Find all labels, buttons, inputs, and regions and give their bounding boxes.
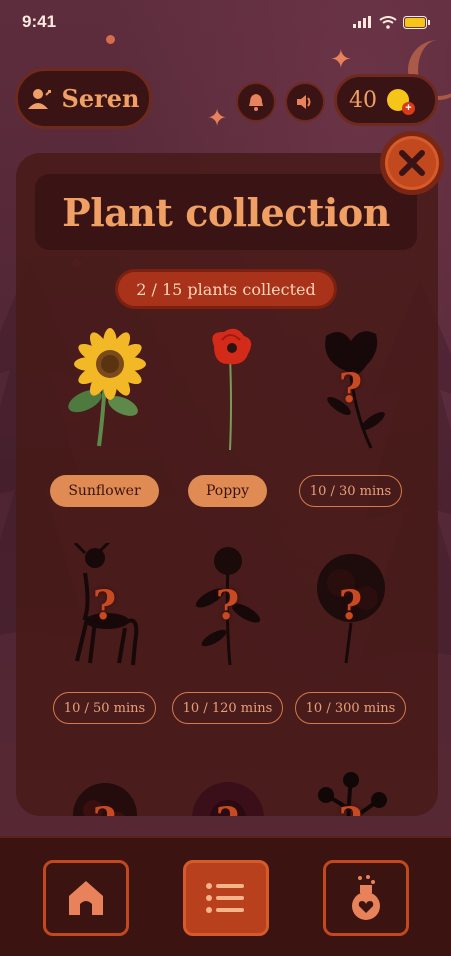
locked-bouquet-icon: ?: [296, 540, 406, 670]
plant-progress-label: 10 / 120 mins: [171, 692, 284, 724]
close-icon: [399, 150, 425, 176]
sparkle-icon: ✦: [207, 104, 228, 132]
status-time: 9:41: [22, 12, 57, 31]
sound-button[interactable]: [285, 82, 325, 122]
plant-card-sunflower[interactable]: Sunflower: [43, 323, 166, 518]
locked-bloom-icon: ?: [173, 757, 283, 816]
plant-grid: Sunflower Poppy ? 10 / 30 mins ? 10 / 50…: [43, 323, 413, 816]
notifications-button[interactable]: [236, 82, 276, 122]
list-icon: [206, 883, 244, 913]
plant-progress-label: 10 / 30 mins: [298, 475, 403, 507]
username: Seren: [61, 84, 140, 113]
poppy-icon: [173, 323, 283, 453]
question-mark-icon: ?: [92, 581, 117, 629]
coin-balance[interactable]: 40 +: [334, 74, 438, 126]
plant-card-locked[interactable]: ? 10 / 120 mins: [166, 540, 289, 735]
plant-card-locked[interactable]: ?: [289, 757, 412, 816]
plant-progress-label: 10 / 50 mins: [52, 692, 157, 724]
speaker-icon: [297, 95, 311, 109]
question-mark-icon: ?: [215, 581, 240, 629]
potion-icon: [352, 875, 380, 920]
question-mark-icon: ?: [216, 799, 239, 817]
close-button[interactable]: [380, 131, 444, 195]
add-coins-icon[interactable]: +: [402, 102, 415, 115]
locked-branch-icon: ?: [296, 757, 406, 816]
locked-deer-icon: ?: [50, 540, 160, 670]
sunflower-icon: [50, 323, 160, 453]
question-mark-icon: ?: [93, 799, 116, 817]
nav-home-button[interactable]: [43, 860, 129, 936]
user-icon: [27, 88, 51, 109]
home-icon: [69, 881, 103, 915]
profile-button[interactable]: Seren: [15, 68, 152, 129]
question-mark-icon: ?: [338, 364, 363, 412]
collected-count-badge: 2 / 15 plants collected: [115, 269, 337, 309]
bottom-navigation: [0, 836, 451, 956]
status-bar: 9:41: [0, 0, 451, 44]
locked-flower-icon: ?: [50, 757, 160, 816]
plant-card-locked[interactable]: ?: [166, 757, 289, 816]
plant-card-locked[interactable]: ? 10 / 50 mins: [43, 540, 166, 735]
title-banner: Plant collection: [35, 174, 417, 250]
nav-list-button[interactable]: [183, 860, 269, 936]
question-mark-icon: ?: [338, 581, 363, 629]
battery-icon: [403, 15, 430, 29]
signal-icon: [353, 16, 371, 28]
locked-lily-icon: ?: [296, 323, 406, 453]
plant-card-locked[interactable]: ? 10 / 300 mins: [289, 540, 412, 735]
nav-potion-button[interactable]: [323, 860, 409, 936]
plant-card-poppy[interactable]: Poppy: [166, 323, 289, 518]
plant-label: Sunflower: [50, 475, 159, 507]
plant-card-locked[interactable]: ?: [43, 757, 166, 816]
coin-count: 40: [349, 87, 377, 113]
plant-progress-label: 10 / 300 mins: [294, 692, 407, 724]
plant-card-locked[interactable]: ? 10 / 30 mins: [289, 323, 412, 518]
locked-rose-icon: ?: [173, 540, 283, 670]
coin-icon: +: [387, 89, 415, 115]
wifi-icon: [379, 15, 397, 29]
dot-decoration: [106, 35, 115, 44]
bell-icon: [249, 94, 263, 111]
plant-collection-panel: Plant collection 2 / 15 plants collected: [16, 153, 438, 816]
page-title: Plant collection: [62, 189, 390, 235]
sparkle-icon: ✦: [330, 45, 352, 75]
plant-label: Poppy: [187, 475, 268, 507]
question-mark-icon: ?: [339, 799, 362, 817]
